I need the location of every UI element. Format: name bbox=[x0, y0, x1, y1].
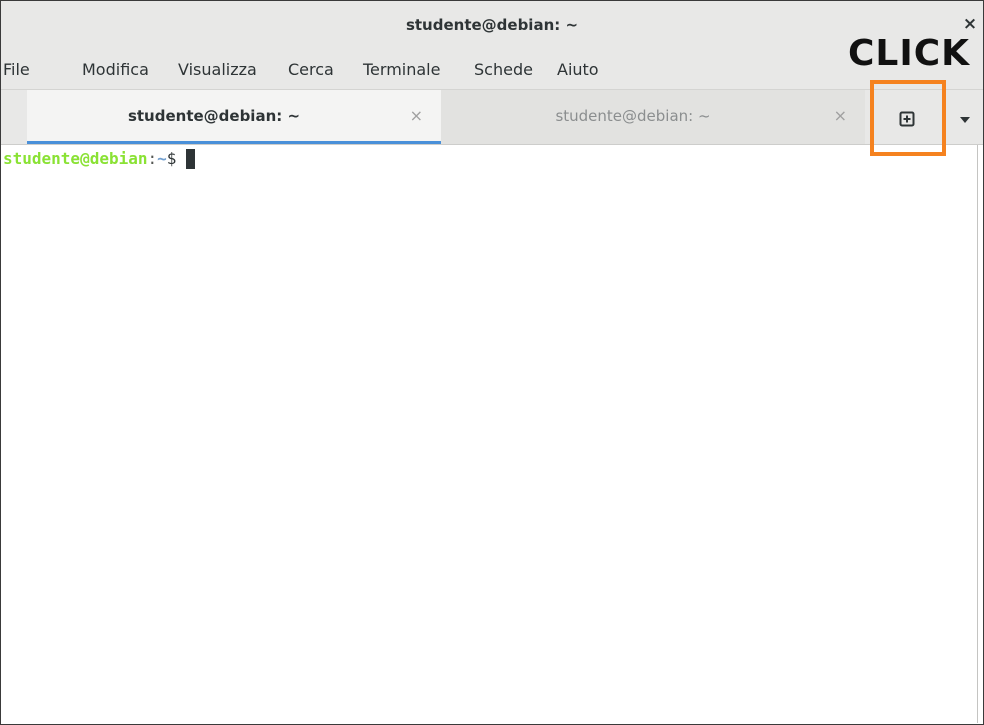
terminal-window: studente@debian: ~ × File Modifica Visua… bbox=[0, 0, 984, 725]
title-bar[interactable]: studente@debian: ~ × bbox=[1, 0, 983, 52]
prompt-colon: : bbox=[147, 149, 158, 168]
menu-cerca[interactable]: Cerca bbox=[288, 60, 334, 79]
tab-2-close-button[interactable]: × bbox=[834, 106, 847, 125]
tab-1-close-button[interactable]: × bbox=[410, 106, 423, 125]
click-highlight-box bbox=[870, 80, 946, 156]
terminal-scrollbar[interactable] bbox=[977, 145, 983, 723]
tab-1[interactable]: studente@debian: ~ × bbox=[27, 90, 441, 144]
shell-prompt: studente@debian:~$ bbox=[3, 149, 196, 169]
menu-modifica[interactable]: Modifica bbox=[82, 60, 149, 79]
menu-terminale[interactable]: Terminale bbox=[363, 60, 440, 79]
tab-2-label: studente@debian: ~ bbox=[555, 107, 711, 125]
window-close-button[interactable]: × bbox=[961, 15, 979, 33]
chevron-down-icon bbox=[960, 117, 970, 123]
menu-file[interactable]: File bbox=[3, 60, 30, 79]
tab-1-label: studente@debian: ~ bbox=[127, 107, 301, 125]
tab-2[interactable]: studente@debian: ~ × bbox=[441, 90, 865, 144]
tabs-menu-button[interactable] bbox=[953, 106, 977, 132]
menu-bar: File Modifica Visualizza Cerca Terminale… bbox=[1, 52, 983, 90]
terminal-area[interactable]: studente@debian:~$ bbox=[1, 145, 977, 723]
text-cursor bbox=[186, 149, 196, 169]
prompt-user: studente@debian bbox=[3, 149, 148, 168]
tab-bar: studente@debian: ~ × studente@debian: ~ … bbox=[1, 90, 983, 145]
click-annotation: CLICK bbox=[848, 33, 971, 74]
window-title: studente@debian: ~ bbox=[405, 16, 579, 34]
menu-schede[interactable]: Schede bbox=[474, 60, 533, 79]
menu-visualizza[interactable]: Visualizza bbox=[178, 60, 257, 79]
prompt-dollar: $ bbox=[166, 149, 187, 168]
menu-aiuto[interactable]: Aiuto bbox=[557, 60, 599, 79]
prompt-path: ~ bbox=[157, 149, 167, 168]
